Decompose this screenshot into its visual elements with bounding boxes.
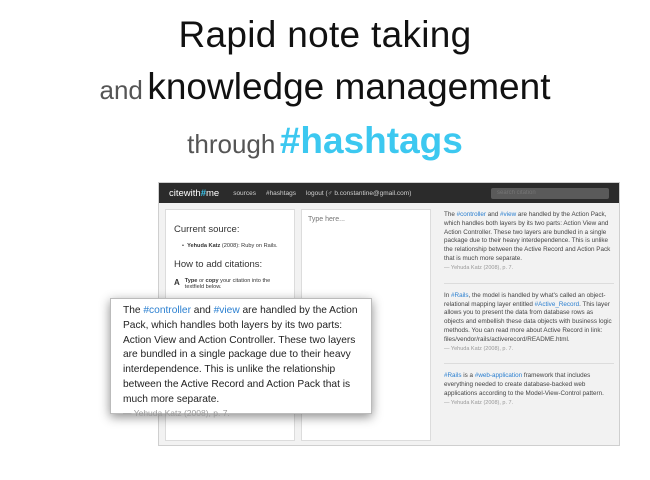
brand-logo[interactable]: citewith#me bbox=[169, 188, 219, 199]
citation-text: The bbox=[444, 211, 457, 218]
citation-item: #Rails is a #web-application framework t… bbox=[444, 372, 614, 407]
source-detail: (2008): Ruby on Rails. bbox=[221, 243, 278, 249]
how-to-step: A Type or copy your citation into the te… bbox=[174, 278, 286, 290]
hashtag-link[interactable]: #controller bbox=[143, 305, 191, 316]
headline-knowledge: knowledge management bbox=[147, 66, 551, 107]
headline-text-1: Rapid note taking bbox=[178, 14, 472, 55]
divider bbox=[444, 363, 614, 365]
hashtag-link[interactable]: #controller bbox=[457, 211, 486, 218]
citation-text: and bbox=[486, 211, 501, 218]
citation-text: In bbox=[444, 291, 452, 299]
current-source-title: Current source: bbox=[174, 224, 240, 235]
nav-link-logout[interactable]: logout (♂ b.constantine@gmail.com) bbox=[306, 190, 411, 197]
citation-list: The #controller and #view are handled by… bbox=[444, 211, 614, 418]
hashtag-link[interactable]: #view bbox=[214, 305, 240, 316]
brand-post: me bbox=[205, 187, 220, 199]
hashtag-link[interactable]: #view bbox=[500, 211, 516, 218]
citation-text: is a bbox=[461, 372, 475, 380]
headline-line-3: through #hashtags bbox=[0, 120, 650, 162]
step-text: Type or copy your citation into the text… bbox=[185, 278, 286, 290]
hashtag-link[interactable]: #Rails bbox=[444, 372, 462, 379]
source-author: Yehuda Katz bbox=[187, 243, 221, 249]
search-input[interactable] bbox=[491, 187, 609, 199]
citation-attribution: — Yehuda Katz (2008), p. 7. bbox=[444, 345, 514, 352]
step-letter: A bbox=[174, 278, 180, 287]
navbar: citewith#me sources #hashtags logout (♂ … bbox=[159, 183, 619, 203]
citation-item: In #Rails, the model is handled by what'… bbox=[444, 292, 614, 354]
headline-through: through bbox=[187, 129, 276, 159]
headline-line-1: Rapid note taking bbox=[0, 14, 650, 56]
callout-text: The bbox=[123, 305, 144, 316]
citation-attribution: — Yehuda Katz (2008), p. 7. bbox=[444, 399, 514, 406]
citation-item: The #controller and #view are handled by… bbox=[444, 211, 614, 273]
nav-link-sources[interactable]: sources bbox=[233, 190, 256, 197]
headline-hashtags: #hashtags bbox=[279, 120, 463, 161]
hashtag-link[interactable]: #web-application bbox=[475, 372, 522, 379]
nav-link-hashtags[interactable]: #hashtags bbox=[266, 190, 296, 197]
headline-and: and bbox=[99, 75, 143, 105]
callout-text: and bbox=[190, 305, 214, 316]
how-to-title: How to add citations: bbox=[174, 259, 263, 270]
current-source-item: • Yehuda Katz (2008): Ruby on Rails. bbox=[182, 243, 278, 249]
hashtag-link[interactable]: #Rails bbox=[451, 292, 469, 299]
headline-line-2: and knowledge management bbox=[0, 66, 650, 108]
callout-attribution: — Yehuda Katz (2008), p. 7. bbox=[123, 408, 230, 419]
divider bbox=[444, 282, 614, 284]
hashtag-link[interactable]: #Active_Record bbox=[535, 301, 579, 308]
zoomed-citation-callout: The #controller and #view are handled by… bbox=[110, 298, 372, 418]
step-rest: your citation into the textfield below. bbox=[184, 278, 271, 290]
brand-pre: citewith bbox=[169, 187, 201, 199]
callout-text: are handled by the Action Pack, which ha… bbox=[123, 305, 358, 405]
citation-attribution: — Yehuda Katz (2008), p. 7. bbox=[444, 264, 514, 271]
citation-text: are handled by the Action Pack, which ha… bbox=[444, 211, 611, 263]
